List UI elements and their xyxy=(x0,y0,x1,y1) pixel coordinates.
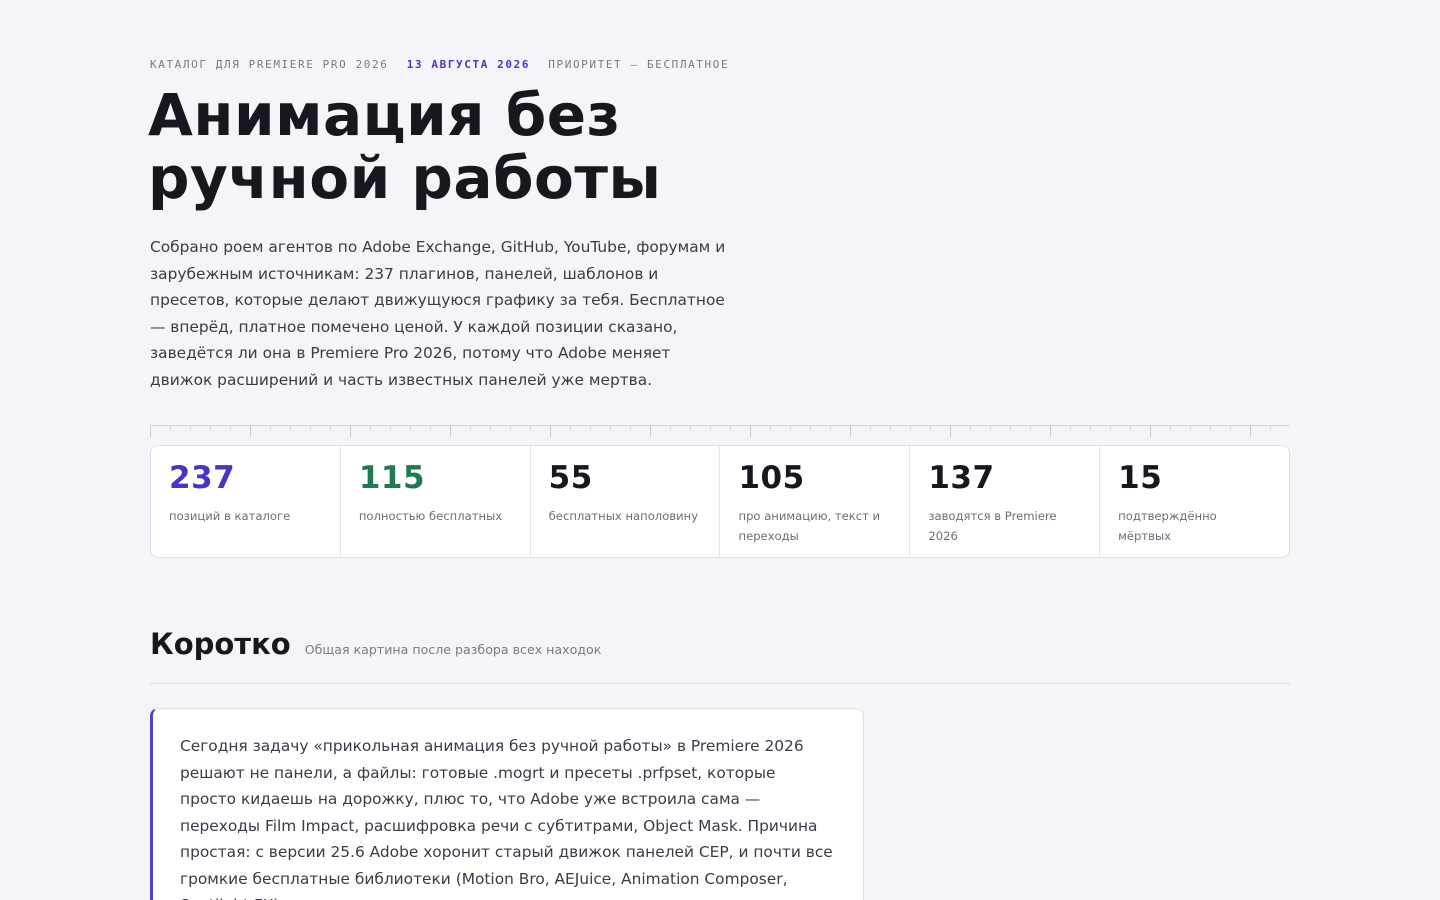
stat-label: позиций в каталоге xyxy=(169,509,291,523)
stat-label: бесплатных наполовину xyxy=(548,509,699,523)
stat-value: 105 xyxy=(738,460,805,496)
stat-value: 115 xyxy=(358,460,426,496)
section-subtitle: Общая картина после разбора всех находок xyxy=(304,642,602,657)
stat-value: 15 xyxy=(1118,460,1163,496)
summary-text: Сегодня задачу «прикольная анимация без … xyxy=(180,737,833,900)
ruler-divider xyxy=(150,425,1290,438)
page-title: Анимация без ручной работы xyxy=(148,81,662,212)
stat-label: заводятся в Premiere 2026 xyxy=(928,509,1057,543)
section-header: Коротко Общая картина после разбора всех… xyxy=(150,624,1290,684)
stat-label: про анимацию, текст и переходы xyxy=(738,509,881,543)
stat-value: 137 xyxy=(928,460,995,496)
stat-free: 115 полностью бесплатных xyxy=(341,446,531,557)
eyebrow-catalog: КАТАЛОГ ДЛЯ PREMIERE PRO 2026 xyxy=(150,58,389,71)
stat-animation: 105 про анимацию, текст и переходы xyxy=(720,446,911,557)
stat-value: 55 xyxy=(548,460,593,496)
eyebrow: КАТАЛОГ ДЛЯ PREMIERE PRO 2026 13 АВГУСТА… xyxy=(150,58,739,71)
stat-total: 237 позиций в каталоге xyxy=(151,446,341,557)
eyebrow-priority: ПРИОРИТЕТ — БЕСПЛАТНОЕ xyxy=(548,58,730,71)
stats-panel: 237 позиций в каталоге 115 полностью бес… xyxy=(150,445,1290,558)
stat-dead: 15 подтверждённо мёртвых xyxy=(1100,446,1289,557)
summary-card: Сегодня задачу «прикольная анимация без … xyxy=(150,708,864,900)
page: КАТАЛОГ ДЛЯ PREMIERE PRO 2026 13 АВГУСТА… xyxy=(0,0,1440,900)
eyebrow-date: 13 АВГУСТА 2026 xyxy=(406,58,531,71)
stat-label: полностью бесплатных xyxy=(358,509,503,523)
section-title: Коротко xyxy=(150,627,291,661)
stat-value: 237 xyxy=(169,460,236,496)
stat-compatible: 137 заводятся в Premiere 2026 xyxy=(910,446,1101,557)
stat-half-free: 55 бесплатных наполовину xyxy=(531,446,721,557)
lead-paragraph: Собрано роем агентов по Adobe Exchange, … xyxy=(150,238,726,389)
stat-label: подтверждённо мёртвых xyxy=(1118,509,1217,543)
